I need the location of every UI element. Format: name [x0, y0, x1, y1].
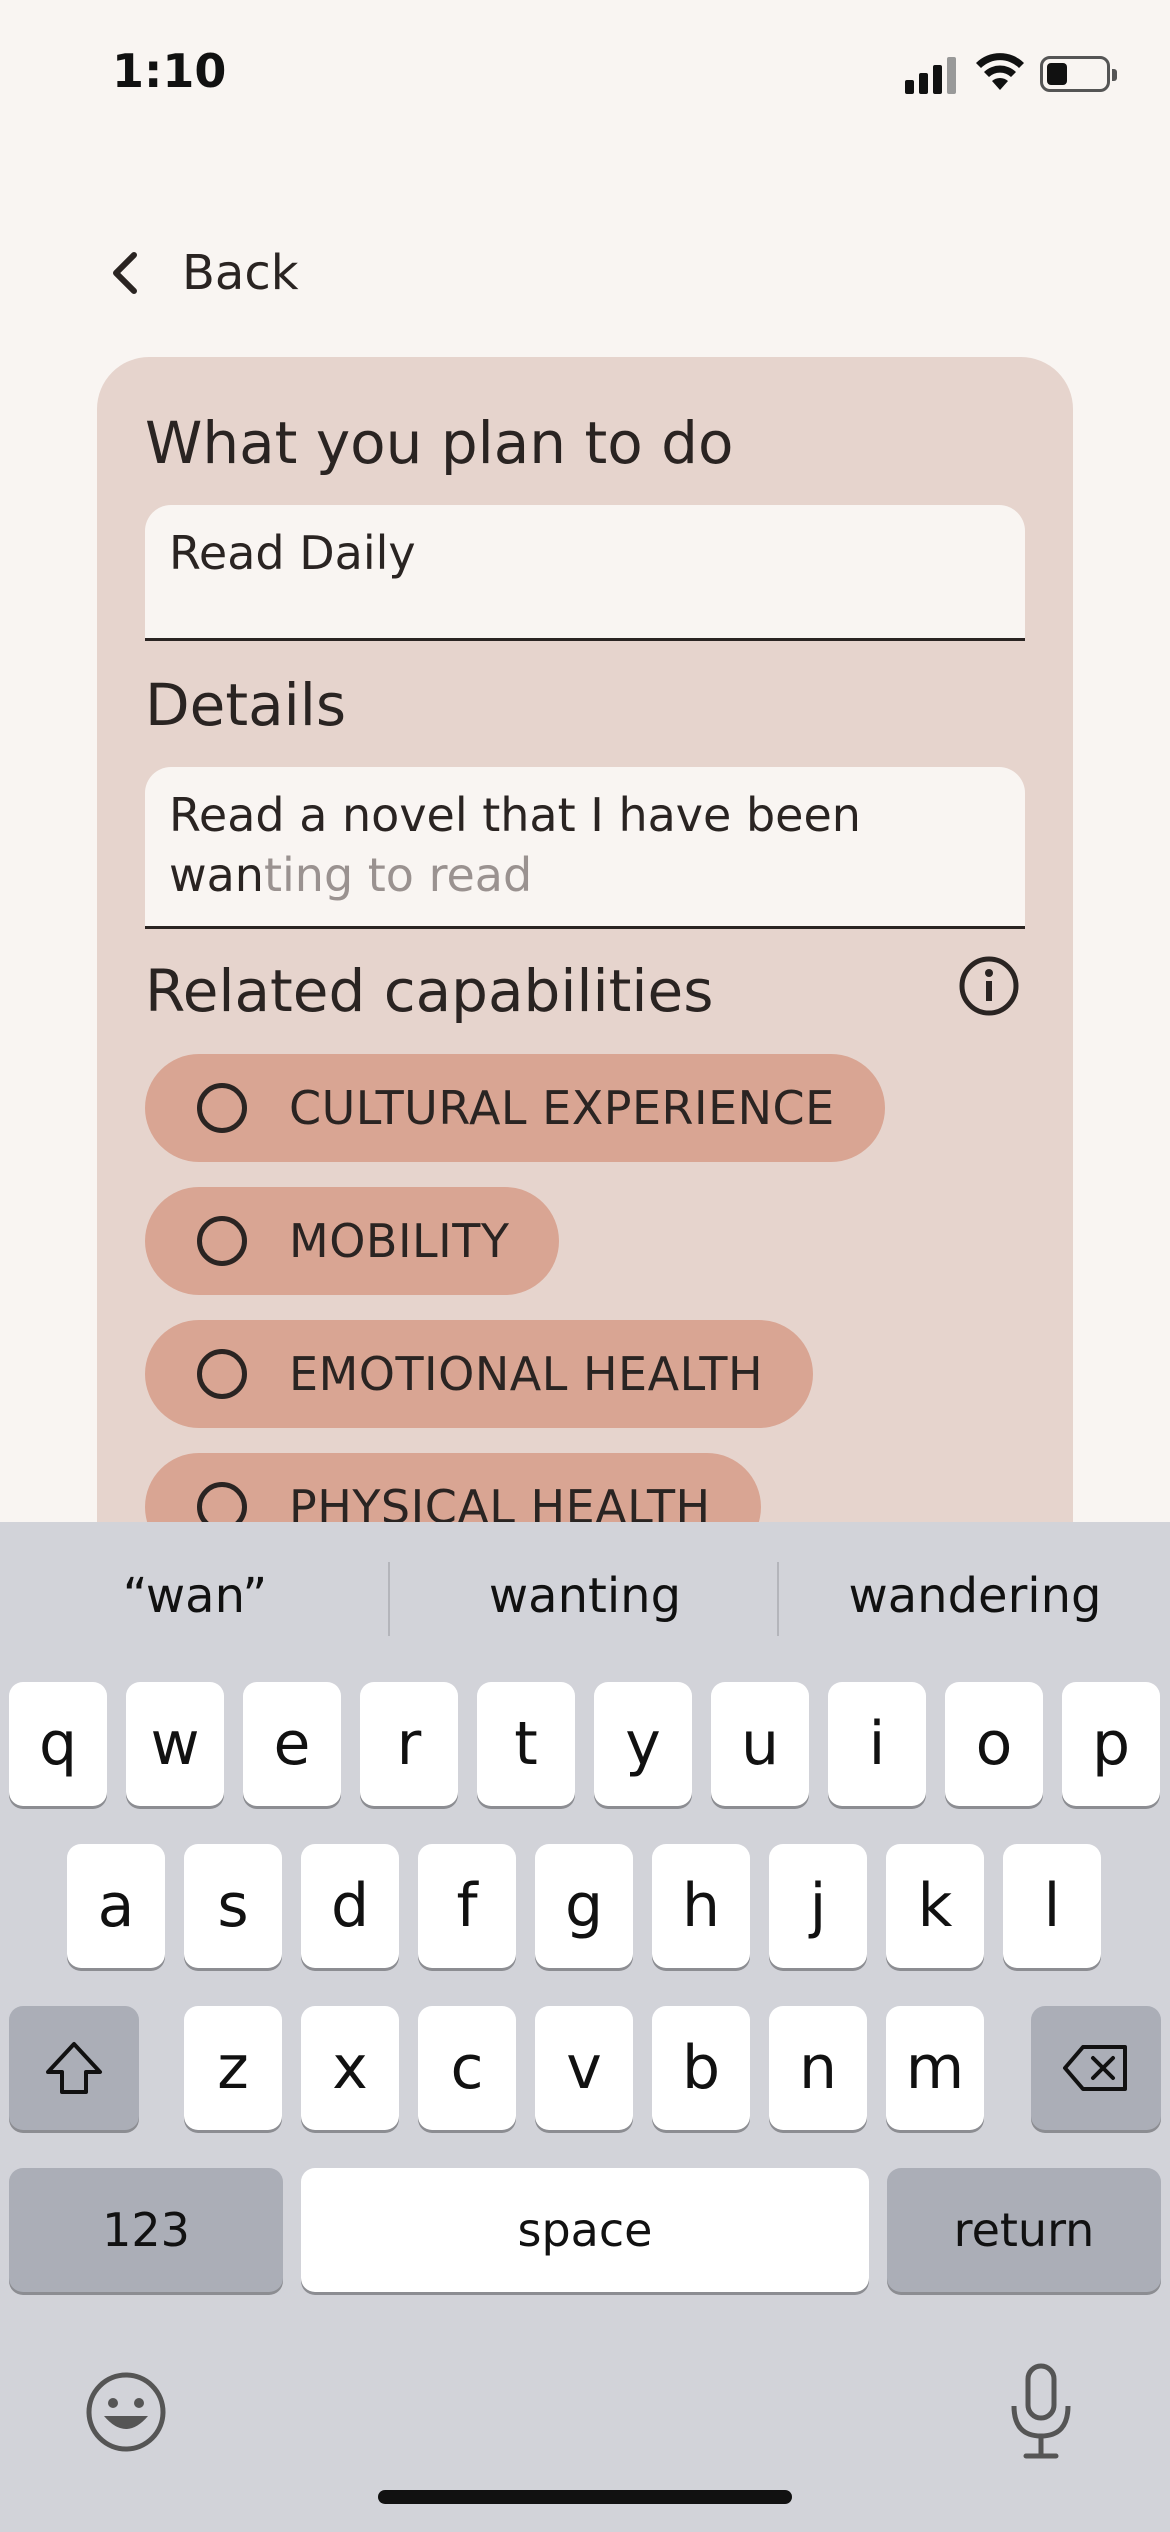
- key-j[interactable]: j: [769, 1844, 867, 1968]
- radio-icon: [197, 1349, 247, 1399]
- suggestion-2[interactable]: wanting: [395, 1568, 775, 1624]
- key-i[interactable]: i: [828, 1682, 926, 1806]
- shift-key[interactable]: [9, 2006, 139, 2130]
- details-typed-text: wan: [169, 848, 264, 902]
- suggestion-1[interactable]: “wan”: [5, 1568, 385, 1624]
- details-title: Details: [145, 671, 347, 739]
- radio-icon: [197, 1083, 247, 1133]
- predictive-bar: “wan” wanting wandering: [0, 1522, 1170, 1672]
- key-x[interactable]: x: [301, 2006, 399, 2130]
- radio-icon: [197, 1216, 247, 1266]
- details-line-1: Read a novel that I have been: [169, 788, 861, 842]
- shift-icon: [46, 2042, 102, 2094]
- key-d[interactable]: d: [301, 1844, 399, 1968]
- numbers-key[interactable]: 123: [9, 2168, 283, 2292]
- key-t[interactable]: t: [477, 1682, 575, 1806]
- key-a[interactable]: a: [67, 1844, 165, 1968]
- details-suggestion-text: ting to read: [263, 848, 533, 902]
- emoji-icon[interactable]: [84, 2370, 168, 2454]
- key-y[interactable]: y: [594, 1682, 692, 1806]
- back-label: Back: [182, 245, 299, 301]
- suggestion-divider: [388, 1562, 390, 1636]
- key-s[interactable]: s: [184, 1844, 282, 1968]
- key-l[interactable]: l: [1003, 1844, 1101, 1968]
- key-f[interactable]: f: [418, 1844, 516, 1968]
- cellular-signal-icon: [905, 54, 959, 94]
- plan-input-value: Read Daily: [169, 526, 416, 580]
- key-g[interactable]: g: [535, 1844, 633, 1968]
- details-line-2: wanting to read: [169, 845, 1001, 905]
- status-bar: 1:10: [0, 0, 1170, 150]
- details-input[interactable]: Read a novel that I have been wanting to…: [145, 767, 1025, 929]
- key-w[interactable]: w: [126, 1682, 224, 1806]
- capability-chip-cultural-experience[interactable]: CULTURAL EXPERIENCE: [145, 1054, 885, 1162]
- key-r[interactable]: r: [360, 1682, 458, 1806]
- back-button[interactable]: Back: [110, 238, 299, 308]
- capability-label: EMOTIONAL HEALTH: [289, 1347, 764, 1401]
- delete-icon: [1063, 2045, 1127, 2091]
- capability-label: CULTURAL EXPERIENCE: [289, 1081, 835, 1135]
- key-z[interactable]: z: [184, 2006, 282, 2130]
- delete-key[interactable]: [1031, 2006, 1161, 2130]
- chevron-left-icon: [110, 248, 150, 298]
- key-b[interactable]: b: [652, 2006, 750, 2130]
- key-h[interactable]: h: [652, 1844, 750, 1968]
- key-v[interactable]: v: [535, 2006, 633, 2130]
- key-e[interactable]: e: [243, 1682, 341, 1806]
- key-q[interactable]: q: [9, 1682, 107, 1806]
- key-o[interactable]: o: [945, 1682, 1043, 1806]
- status-time: 1:10: [112, 44, 227, 98]
- plan-title: What you plan to do: [145, 409, 734, 477]
- capability-chip-mobility[interactable]: MOBILITY: [145, 1187, 560, 1295]
- return-key[interactable]: return: [887, 2168, 1161, 2292]
- info-icon[interactable]: [958, 955, 1020, 1017]
- suggestion-3[interactable]: wandering: [785, 1568, 1165, 1624]
- keyboard: “wan” wanting wandering q w e r t y u i …: [0, 1522, 1170, 2532]
- microphone-icon[interactable]: [1006, 2362, 1076, 2462]
- key-u[interactable]: u: [711, 1682, 809, 1806]
- key-n[interactable]: n: [769, 2006, 867, 2130]
- plan-card: What you plan to do Read Daily Details R…: [97, 357, 1073, 1627]
- suggestion-divider: [777, 1562, 779, 1636]
- battery-icon: [1040, 56, 1117, 92]
- key-m[interactable]: m: [886, 2006, 984, 2130]
- space-key[interactable]: space: [301, 2168, 869, 2292]
- key-k[interactable]: k: [886, 1844, 984, 1968]
- plan-input[interactable]: Read Daily: [145, 505, 1025, 641]
- key-c[interactable]: c: [418, 2006, 516, 2130]
- key-p[interactable]: p: [1062, 1682, 1160, 1806]
- wifi-icon: [976, 53, 1024, 90]
- capability-label: MOBILITY: [289, 1214, 510, 1268]
- capability-chip-emotional-health[interactable]: EMOTIONAL HEALTH: [145, 1320, 814, 1428]
- home-indicator: [378, 2490, 792, 2504]
- capabilities-title: Related capabilities: [145, 957, 714, 1025]
